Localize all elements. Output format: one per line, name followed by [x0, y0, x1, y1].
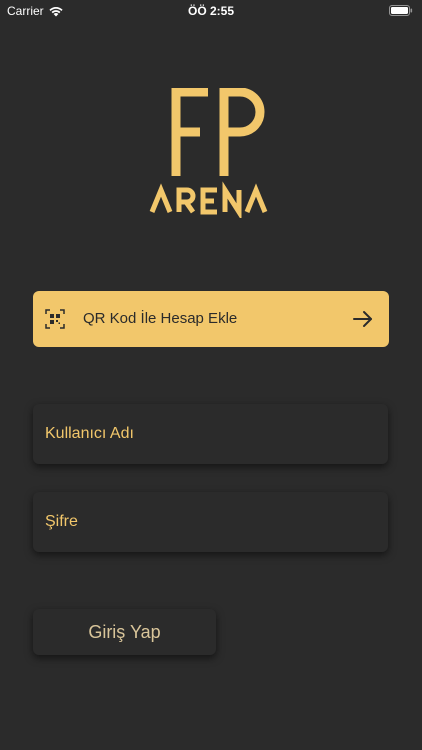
login-button[interactable]: Giriş Yap	[33, 609, 216, 655]
battery-icon	[389, 5, 413, 16]
arrow-right-icon	[353, 311, 372, 327]
qr-add-account-button[interactable]: QR Kod İle Hesap Ekle	[33, 291, 389, 347]
password-field	[33, 492, 388, 552]
password-input[interactable]	[33, 492, 388, 552]
qr-scan-icon	[45, 309, 65, 329]
status-bar: Carrier ÖÖ 2:55	[0, 0, 422, 22]
username-input[interactable]	[33, 404, 388, 464]
status-time: ÖÖ 2:55	[187, 4, 235, 18]
username-field	[33, 404, 388, 464]
fp-arena-logo	[149, 88, 268, 218]
qr-button-label: QR Kod İle Hesap Ekle	[83, 310, 238, 327]
